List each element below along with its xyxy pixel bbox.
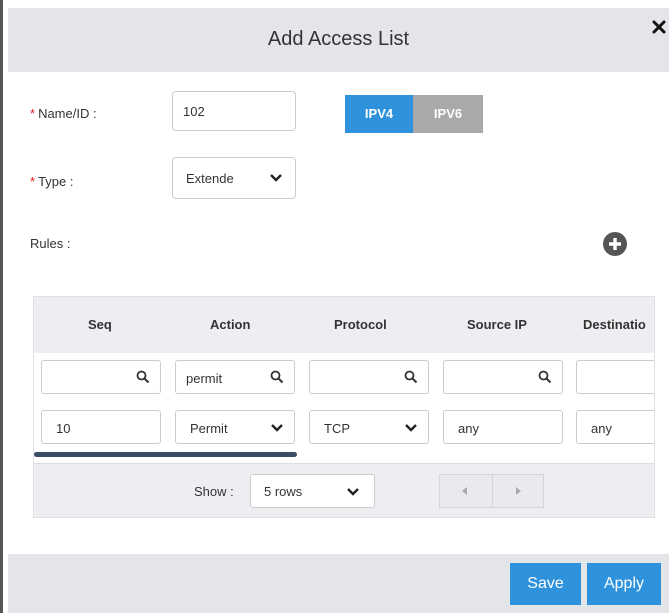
horizontal-scrollbar[interactable] — [34, 452, 297, 457]
grid-pager: Show : 5 rows — [34, 463, 654, 517]
chevron-down-icon — [271, 424, 283, 432]
name-id-value: 102 — [183, 104, 205, 119]
rows-per-page-value: 5 rows — [264, 484, 303, 499]
window-edge — [0, 0, 3, 613]
chevron-down-icon — [270, 174, 282, 182]
name-id-input[interactable]: 102 — [172, 91, 296, 131]
row-protocol-select[interactable]: TCP — [309, 410, 429, 444]
dialog-header: Add Access List — [8, 8, 669, 72]
filter-protocol[interactable] — [309, 360, 429, 394]
search-icon — [270, 370, 284, 384]
row-destination-value: any — [591, 421, 612, 436]
row-destination-input[interactable]: any — [576, 410, 654, 444]
required-mark: * — [30, 106, 36, 121]
filter-action[interactable]: permit — [175, 360, 295, 394]
search-icon — [404, 370, 418, 384]
column-header-protocol[interactable]: Protocol — [334, 317, 387, 332]
add-rule-icon[interactable] — [601, 230, 629, 258]
row-protocol-value: TCP — [324, 421, 350, 436]
row-seq-value: 10 — [56, 421, 71, 436]
rows-per-page-select[interactable]: 5 rows — [250, 474, 375, 508]
name-id-label: * Name/ID : — [30, 106, 97, 121]
column-header-action[interactable]: Action — [210, 317, 250, 332]
filter-action-value: permit — [186, 371, 223, 386]
grid-header: Seq Action Protocol Source IP Destinatio — [34, 297, 654, 353]
column-header-seq[interactable]: Seq — [88, 317, 112, 332]
search-icon — [136, 370, 150, 384]
filter-seq[interactable] — [41, 360, 161, 394]
row-source-ip-input[interactable]: any — [443, 410, 563, 444]
row-action-value: Permit — [190, 421, 228, 436]
type-select[interactable]: Extende — [172, 157, 296, 199]
required-mark: * — [30, 174, 36, 189]
type-label-text: Type : — [38, 174, 74, 189]
row-seq-input[interactable]: 10 — [41, 410, 161, 444]
show-label: Show : — [194, 484, 234, 499]
column-header-source-ip[interactable]: Source IP — [467, 317, 527, 332]
rules-grid: Seq Action Protocol Source IP Destinatio… — [33, 296, 655, 518]
pager-nav — [439, 474, 544, 508]
close-icon[interactable] — [651, 18, 667, 36]
name-id-label-text: Name/ID : — [38, 106, 97, 121]
row-source-ip-value: any — [458, 421, 479, 436]
ipv6-toggle[interactable]: IPV6 — [413, 95, 483, 133]
ipv4-toggle[interactable]: IPV4 — [345, 95, 413, 133]
chevron-right-icon — [516, 487, 521, 495]
prev-page-button[interactable] — [440, 475, 493, 507]
row-action-select[interactable]: Permit — [175, 410, 295, 444]
type-label: * Type : — [30, 174, 73, 189]
save-button[interactable]: Save — [510, 563, 581, 605]
filter-source-ip[interactable] — [443, 360, 563, 394]
search-icon — [538, 370, 552, 384]
rules-label: Rules : — [30, 236, 71, 251]
apply-button[interactable]: Apply — [587, 563, 661, 605]
next-page-button[interactable] — [493, 475, 543, 507]
chevron-down-icon — [347, 488, 359, 496]
chevron-down-icon — [405, 424, 417, 432]
chevron-left-icon — [462, 487, 467, 495]
filter-destination[interactable] — [576, 360, 654, 394]
column-header-destination[interactable]: Destinatio — [583, 317, 646, 332]
type-value: Extende — [186, 171, 234, 186]
dialog-title: Add Access List — [267, 28, 410, 50]
